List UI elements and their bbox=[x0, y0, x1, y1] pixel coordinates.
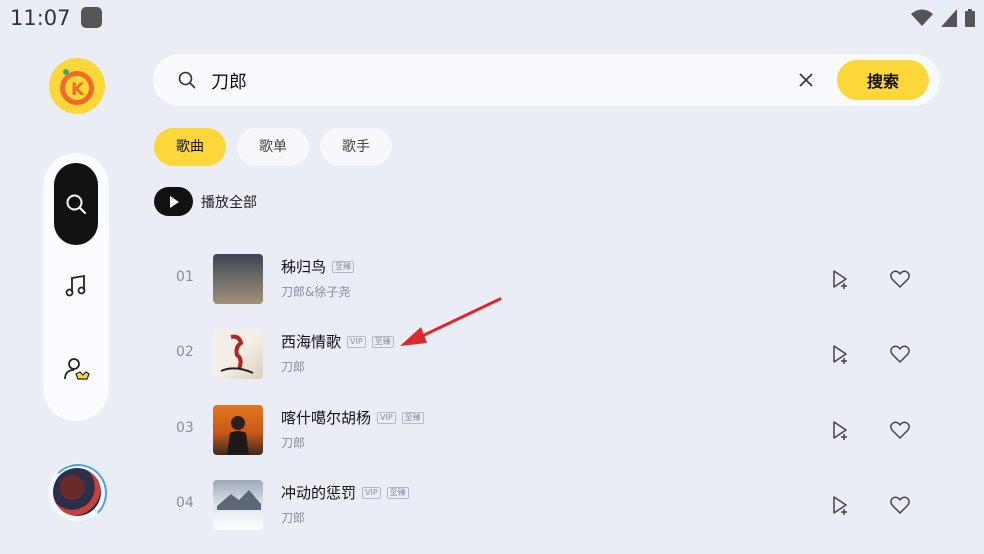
quality-badge: 至臻 bbox=[332, 260, 355, 273]
song-title: 西海情歌 bbox=[281, 333, 342, 351]
song-cover bbox=[213, 405, 263, 455]
song-cover bbox=[213, 254, 263, 304]
status-bar: 11:07 bbox=[0, 0, 984, 36]
song-title: 冲动的惩罚 bbox=[281, 484, 357, 502]
heart-icon[interactable] bbox=[889, 419, 911, 441]
cell-signal-icon bbox=[941, 9, 957, 27]
song-index: 01 bbox=[176, 269, 194, 285]
quality-badge: 至臻 bbox=[386, 486, 409, 499]
song-row[interactable]: 04 冲动的惩罚 VIP 至臻 刀郎 bbox=[160, 475, 920, 535]
now-playing-disc[interactable] bbox=[48, 463, 107, 522]
vip-badge: VIP bbox=[347, 335, 366, 348]
nav-profile[interactable] bbox=[54, 347, 98, 391]
side-nav bbox=[43, 153, 109, 421]
tab-playlists[interactable]: 歌单 bbox=[237, 128, 309, 166]
heart-icon[interactable] bbox=[889, 494, 911, 516]
quality-badge: 至臻 bbox=[401, 411, 424, 424]
heart-icon[interactable] bbox=[889, 268, 911, 290]
song-artist: 刀郎&徐子尧 bbox=[281, 285, 351, 299]
add-to-playlist-icon[interactable] bbox=[829, 494, 851, 516]
song-index: 03 bbox=[176, 420, 194, 436]
tab-songs[interactable]: 歌曲 bbox=[154, 128, 226, 166]
nav-music[interactable] bbox=[54, 264, 98, 308]
add-to-playlist-icon[interactable] bbox=[829, 419, 851, 441]
system-icons bbox=[910, 8, 976, 28]
quality-badge: 至臻 bbox=[371, 335, 394, 348]
song-title: 秭归鸟 bbox=[281, 258, 327, 276]
search-bar: 搜索 bbox=[153, 54, 940, 106]
play-icon bbox=[154, 187, 193, 216]
search-icon bbox=[178, 71, 196, 89]
add-to-playlist-icon[interactable] bbox=[829, 268, 851, 290]
song-index: 04 bbox=[176, 495, 194, 511]
song-cover bbox=[213, 329, 263, 379]
app-notification-icon bbox=[81, 7, 102, 28]
wifi-icon bbox=[911, 9, 933, 26]
song-artist: 刀郎 bbox=[281, 360, 306, 374]
music-note-icon bbox=[65, 274, 86, 297]
song-row[interactable]: 02 西海情歌 VIP 至臻 刀郎 bbox=[160, 324, 920, 384]
vip-badge: VIP bbox=[377, 411, 396, 424]
song-artist: 刀郎 bbox=[281, 436, 306, 450]
nav-search[interactable] bbox=[54, 163, 98, 245]
clear-icon[interactable] bbox=[796, 70, 816, 90]
result-tabs: 歌曲 歌单 歌手 bbox=[154, 128, 392, 166]
song-cover bbox=[213, 480, 263, 530]
user-vip-icon bbox=[64, 358, 90, 380]
search-icon bbox=[66, 194, 86, 214]
progress-ring bbox=[49, 464, 107, 522]
play-all-label: 播放全部 bbox=[201, 194, 257, 211]
search-input[interactable] bbox=[209, 65, 773, 97]
song-artist: 刀郎 bbox=[281, 511, 306, 525]
add-to-playlist-icon[interactable] bbox=[829, 343, 851, 365]
heart-icon[interactable] bbox=[889, 343, 911, 365]
tab-singers[interactable]: 歌手 bbox=[320, 128, 392, 166]
app-logo[interactable]: K bbox=[49, 58, 105, 114]
song-row[interactable]: 01 秭归鸟 至臻 刀郎&徐子尧 bbox=[160, 249, 920, 309]
song-row[interactable]: 03 喀什噶尔胡杨 VIP 至臻 刀郎 bbox=[160, 400, 920, 460]
search-button[interactable]: 搜索 bbox=[837, 60, 929, 100]
battery-icon bbox=[965, 9, 975, 27]
song-title: 喀什噶尔胡杨 bbox=[281, 409, 372, 427]
clock: 11:07 bbox=[10, 6, 71, 30]
vip-badge: VIP bbox=[362, 486, 381, 499]
song-index: 02 bbox=[176, 344, 194, 360]
svg-text:K: K bbox=[71, 80, 85, 100]
play-all-button[interactable]: 播放全部 bbox=[154, 187, 257, 216]
